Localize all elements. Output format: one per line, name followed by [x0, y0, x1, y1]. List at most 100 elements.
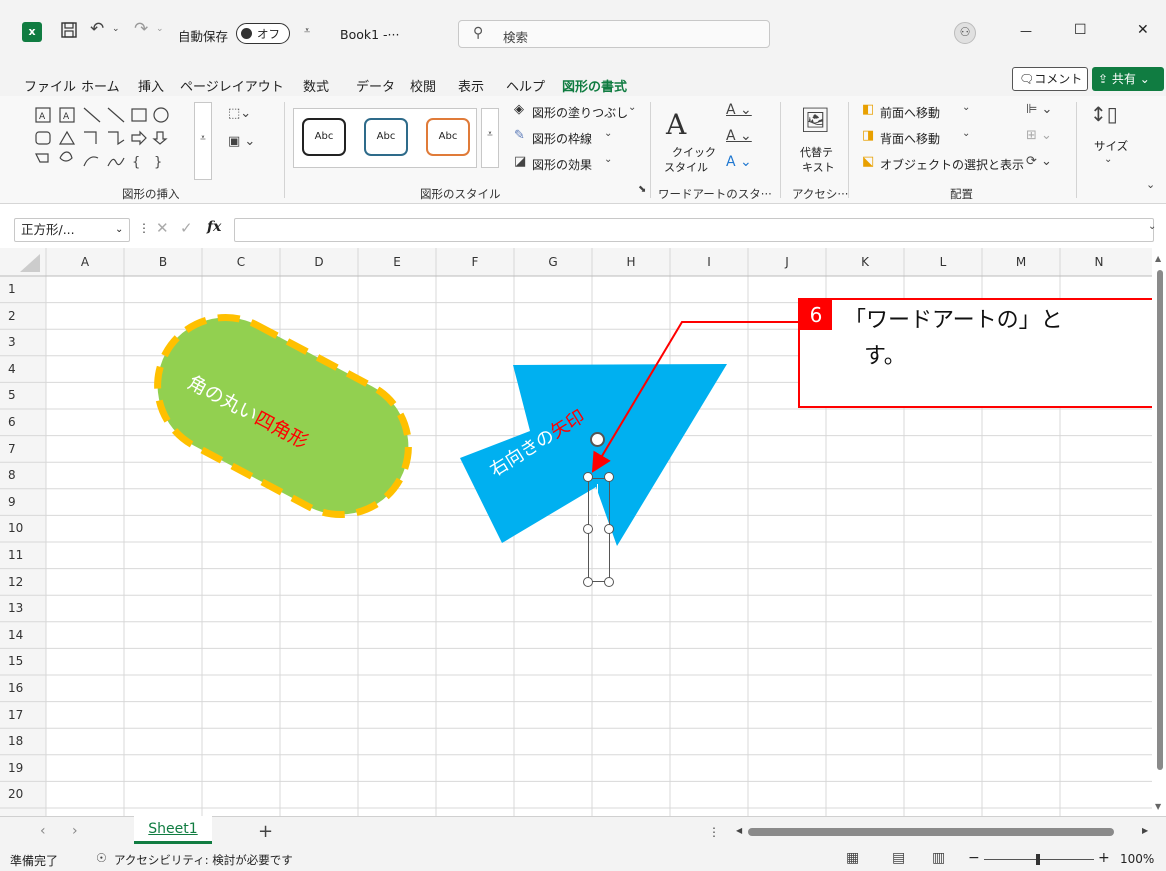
maximize-button[interactable]: ☐: [1074, 22, 1087, 38]
horizontal-scroll-thumb[interactable]: [748, 828, 1114, 836]
sheet-tab-sheet1[interactable]: Sheet1: [134, 816, 212, 844]
vertical-scroll-thumb[interactable]: [1157, 270, 1163, 770]
add-sheet-button[interactable]: +: [258, 821, 273, 842]
align-icon[interactable]: ⊫ ⌄: [1026, 102, 1052, 117]
column-header-n[interactable]: N: [1060, 248, 1138, 276]
shape-effects-dropdown-icon[interactable]: ⌄: [604, 154, 612, 165]
column-header-d[interactable]: D: [280, 248, 358, 276]
alt-text-label-2[interactable]: キスト: [802, 159, 835, 175]
send-backward-button[interactable]: 背面へ移動: [880, 130, 940, 147]
size-dropdown-icon[interactable]: ⌄: [1104, 154, 1112, 165]
name-box[interactable]: 正方形/... ⌄: [14, 218, 130, 242]
row-header-7[interactable]: 7: [0, 436, 46, 462]
row-header-16[interactable]: 16: [0, 675, 46, 701]
tab-shape-format[interactable]: 図形の書式: [562, 76, 628, 98]
tab-help[interactable]: ヘルプ: [506, 76, 545, 95]
row-header-11[interactable]: 11: [0, 542, 46, 568]
text-box-icon[interactable]: ▣ ⌄: [228, 134, 255, 149]
column-header-c[interactable]: C: [202, 248, 280, 276]
confirm-formula-icon[interactable]: ✓: [180, 219, 193, 237]
row-header-4[interactable]: 4: [0, 356, 46, 382]
row-header-8[interactable]: 8: [0, 462, 46, 488]
column-header-h[interactable]: H: [592, 248, 670, 276]
text-fill-icon[interactable]: A ⌄: [726, 102, 752, 118]
zoom-in-button[interactable]: +: [1098, 850, 1110, 866]
row-header-2[interactable]: 2: [0, 303, 46, 329]
scroll-down-icon[interactable]: ▼: [1155, 802, 1161, 811]
scroll-left-icon[interactable]: ◀: [736, 826, 742, 835]
row-header-13[interactable]: 13: [0, 595, 46, 621]
save-icon[interactable]: [60, 21, 78, 43]
rotate-icon[interactable]: ⟳ ⌄: [1026, 154, 1052, 169]
shape-outline-button[interactable]: 図形の枠線: [532, 130, 592, 147]
normal-view-icon[interactable]: ▦: [846, 850, 859, 866]
size-button[interactable]: サイズ: [1094, 138, 1128, 154]
undo-dropdown-icon[interactable]: ⌄: [112, 24, 120, 34]
column-header-m[interactable]: M: [982, 248, 1060, 276]
minimize-button[interactable]: —: [1020, 24, 1032, 38]
name-box-dropdown-icon[interactable]: ⌄: [115, 219, 123, 241]
scroll-right-icon[interactable]: ▶: [1142, 826, 1148, 835]
tab-review[interactable]: 校閲: [410, 76, 436, 95]
zoom-out-button[interactable]: −: [968, 850, 980, 866]
comment-button[interactable]: 🗨コメント: [1012, 67, 1088, 91]
selection-pane-button[interactable]: オブジェクトの選択と表示: [880, 156, 1024, 173]
row-header-3[interactable]: 3: [0, 329, 46, 355]
resize-handle[interactable]: [583, 577, 593, 587]
customize-toolbar-icon[interactable]: ⩡: [304, 24, 310, 38]
resize-handle[interactable]: [583, 524, 593, 534]
column-header-l[interactable]: L: [904, 248, 982, 276]
worksheet[interactable]: ABCDEFGHIJKLMN 1 2 3 4 5 6 7 8 9 10 11 12 13 14 15 16 17…: [0, 248, 1166, 816]
tab-file[interactable]: ファイル: [24, 76, 76, 95]
row-header-14[interactable]: 14: [0, 622, 46, 648]
row-header-5[interactable]: 5: [0, 382, 46, 408]
row-header-20[interactable]: 20: [0, 781, 46, 807]
page-layout-view-icon[interactable]: ▤: [892, 850, 905, 866]
row-header-19[interactable]: 19: [0, 755, 46, 781]
column-header-a[interactable]: A: [46, 248, 124, 276]
tab-formulas[interactable]: 数式: [303, 76, 329, 95]
column-header-k[interactable]: K: [826, 248, 904, 276]
tab-home[interactable]: ホーム: [81, 76, 120, 95]
resize-handle[interactable]: [604, 577, 614, 587]
text-effects-icon[interactable]: A ⌄: [726, 154, 752, 170]
cancel-formula-icon[interactable]: ✕: [156, 219, 169, 237]
row-header-1[interactable]: 1: [0, 276, 46, 302]
accessibility-status[interactable]: アクセシビリティ: 検討が必要です: [114, 852, 293, 868]
next-sheet-icon[interactable]: ›: [72, 823, 78, 839]
close-button[interactable]: ✕: [1137, 22, 1149, 38]
text-outline-icon[interactable]: A ⌄: [726, 128, 752, 144]
formula-more-icon[interactable]: ⋮: [138, 221, 150, 235]
tab-page-layout[interactable]: ページレイアウト: [180, 76, 284, 95]
account-avatar-icon[interactable]: ⚇: [954, 22, 976, 44]
resize-handle[interactable]: [604, 524, 614, 534]
autosave-toggle[interactable]: オフ: [236, 23, 290, 44]
bring-forward-button[interactable]: 前面へ移動: [880, 104, 940, 121]
edit-shape-icon[interactable]: ⬚⌄: [228, 106, 251, 121]
row-header-6[interactable]: 6: [0, 409, 46, 435]
tab-view[interactable]: 表示: [458, 76, 484, 95]
shape-fill-button[interactable]: 図形の塗りつぶし: [532, 104, 628, 121]
row-header-15[interactable]: 15: [0, 648, 46, 674]
shape-style-1[interactable]: Abc: [302, 118, 346, 156]
column-header-e[interactable]: E: [358, 248, 436, 276]
column-header-j[interactable]: J: [748, 248, 826, 276]
resize-handle[interactable]: [604, 472, 614, 482]
alt-text-icon[interactable]: 🖼: [800, 106, 830, 134]
bring-forward-dropdown-icon[interactable]: ⌄: [962, 102, 970, 113]
quick-style-icon[interactable]: A: [666, 108, 686, 141]
row-header-12[interactable]: 12: [0, 569, 46, 595]
shape-gallery-expand-button[interactable]: ⩡: [194, 102, 212, 180]
rotation-handle-icon[interactable]: [590, 432, 605, 447]
prev-sheet-icon[interactable]: ‹: [40, 823, 46, 839]
redo-icon[interactable]: ↷: [134, 19, 148, 39]
vertical-scrollbar[interactable]: ▲ ▼: [1152, 248, 1166, 816]
zoom-slider-thumb[interactable]: [1036, 854, 1040, 865]
redo-dropdown-icon[interactable]: ⌄: [156, 24, 164, 34]
search-box[interactable]: ⚲ 検索: [458, 20, 770, 48]
size-icon[interactable]: ↕▯: [1090, 102, 1118, 126]
shape-outline-dropdown-icon[interactable]: ⌄: [604, 128, 612, 139]
scroll-up-icon[interactable]: ▲: [1155, 254, 1161, 263]
row-header-18[interactable]: 18: [0, 728, 46, 754]
column-header-f[interactable]: F: [436, 248, 514, 276]
